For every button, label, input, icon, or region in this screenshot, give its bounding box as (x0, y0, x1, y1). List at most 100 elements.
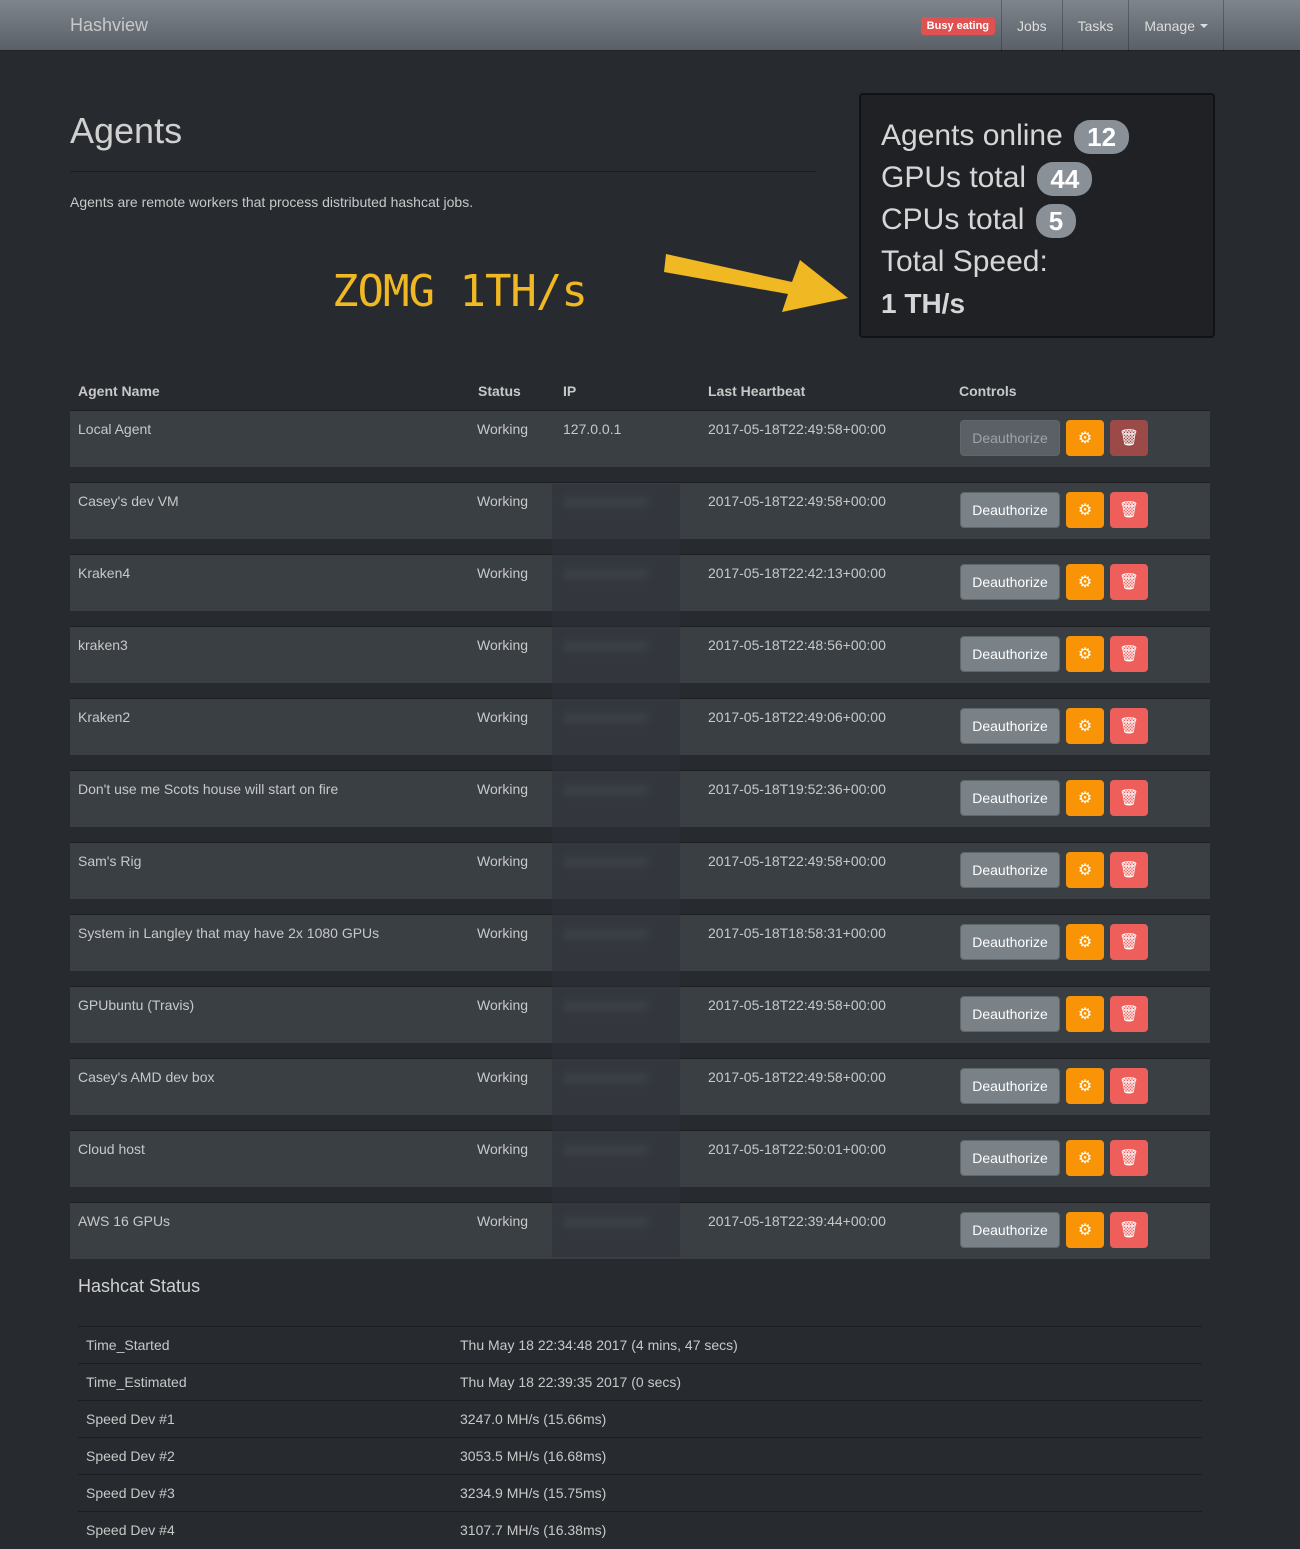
agent-status: Working (477, 853, 529, 869)
agent-name: Don't use me Scots house will start on f… (78, 781, 339, 797)
cpus-total-badge: 5 (1035, 204, 1077, 239)
hashcat-status-row: Speed Dev #4 3107.7 MH/s (16.38ms) (78, 1511, 1202, 1549)
stats-panel: Agents online 12 GPUs total 44 CPUs tota… (859, 93, 1215, 338)
status-value: 3053.5 MH/s (16.68ms) (460, 1448, 607, 1464)
col-last-heartbeat: Last Heartbeat (708, 383, 806, 399)
settings-button[interactable]: ⚙ (1066, 780, 1104, 816)
agent-heartbeat: 2017-05-18T22:49:58+00:00 (708, 421, 886, 437)
agent-status: Working (477, 565, 529, 581)
gear-icon: ⚙ (1077, 1006, 1093, 1023)
trash-icon: 🗑 (1118, 1222, 1140, 1239)
ip-redaction (552, 484, 680, 1257)
delete-button[interactable]: 🗑 (1110, 1212, 1148, 1248)
delete-button[interactable]: 🗑 (1110, 996, 1148, 1032)
agent-heartbeat: 2017-05-18T22:49:06+00:00 (708, 709, 886, 725)
settings-button[interactable]: ⚙ (1066, 1212, 1104, 1248)
trash-icon: 🗑 (1118, 646, 1140, 663)
deauthorize-button[interactable]: Deauthorize (960, 1212, 1060, 1248)
settings-button[interactable]: ⚙ (1066, 996, 1104, 1032)
delete-button[interactable]: 🗑 (1110, 420, 1148, 456)
settings-button[interactable]: ⚙ (1066, 924, 1104, 960)
gear-icon: ⚙ (1077, 1078, 1093, 1095)
settings-button[interactable]: ⚙ (1066, 708, 1104, 744)
delete-button[interactable]: 🗑 (1110, 564, 1148, 600)
col-status: Status (478, 383, 521, 399)
trash-icon: 🗑 (1118, 430, 1140, 447)
nav-manage-dropdown[interactable]: Manage (1128, 0, 1224, 51)
hashcat-status-row: Speed Dev #3 3234.9 MH/s (15.75ms) (78, 1474, 1202, 1512)
settings-button[interactable]: ⚙ (1066, 564, 1104, 600)
deauthorize-button[interactable]: Deauthorize (960, 564, 1060, 600)
gpus-total-row: GPUs total 44 (881, 157, 1193, 199)
deauthorize-button[interactable]: Deauthorize (960, 420, 1060, 456)
trash-icon: 🗑 (1118, 718, 1140, 735)
status-key: Time_Started (86, 1337, 170, 1353)
delete-button[interactable]: 🗑 (1110, 924, 1148, 960)
trash-icon: 🗑 (1118, 934, 1140, 951)
col-controls: Controls (959, 383, 1017, 399)
cpus-total-label: CPUs total (881, 203, 1025, 236)
agent-heartbeat: 2017-05-18T22:49:58+00:00 (708, 1069, 886, 1085)
settings-button[interactable]: ⚙ (1066, 1140, 1104, 1176)
deauthorize-button[interactable]: Deauthorize (960, 492, 1060, 528)
agent-row: Local Agent Working 127.0.0.1 2017-05-18T22… (70, 410, 1210, 467)
agent-name: Cloud host (78, 1141, 145, 1157)
delete-button[interactable]: 🗑 (1110, 852, 1148, 888)
deauthorize-button[interactable]: Deauthorize (960, 1068, 1060, 1104)
deauthorize-button[interactable]: Deauthorize (960, 1140, 1060, 1176)
deauthorize-button[interactable]: Deauthorize (960, 636, 1060, 672)
gear-icon: ⚙ (1077, 1222, 1093, 1239)
delete-button[interactable]: 🗑 (1110, 636, 1148, 672)
agent-status: Working (477, 421, 529, 437)
nav-jobs[interactable]: Jobs (1001, 0, 1062, 51)
status-key: Speed Dev #1 (86, 1411, 175, 1427)
delete-button[interactable]: 🗑 (1110, 1140, 1148, 1176)
settings-button[interactable]: ⚙ (1066, 1068, 1104, 1104)
agent-heartbeat: 2017-05-18T19:52:36+00:00 (708, 781, 886, 797)
delete-button[interactable]: 🗑 (1110, 492, 1148, 528)
gear-icon: ⚙ (1077, 574, 1093, 591)
agent-status: Working (477, 1069, 529, 1085)
hashcat-status-row: Speed Dev #1 3247.0 MH/s (15.66ms) (78, 1400, 1202, 1438)
agent-status: Working (477, 1141, 529, 1157)
deauthorize-button[interactable]: Deauthorize (960, 780, 1060, 816)
brand[interactable]: Hashview (70, 15, 148, 36)
status-value: Thu May 18 22:34:48 2017 (4 mins, 47 sec… (460, 1337, 738, 1353)
deauthorize-button[interactable]: Deauthorize (960, 996, 1060, 1032)
gear-icon: ⚙ (1077, 934, 1093, 951)
agent-heartbeat: 2017-05-18T22:39:44+00:00 (708, 1213, 886, 1229)
settings-button[interactable]: ⚙ (1066, 852, 1104, 888)
gear-icon: ⚙ (1077, 430, 1093, 447)
settings-button[interactable]: ⚙ (1066, 636, 1104, 672)
agents-online-label: Agents online (881, 119, 1063, 152)
delete-button[interactable]: 🗑 (1110, 708, 1148, 744)
settings-button[interactable]: ⚙ (1066, 492, 1104, 528)
settings-button[interactable]: ⚙ (1066, 420, 1104, 456)
deauthorize-button[interactable]: Deauthorize (960, 852, 1060, 888)
agent-status: Working (477, 637, 529, 653)
agent-name: Kraken2 (78, 709, 131, 725)
deauthorize-button[interactable]: Deauthorize (960, 924, 1060, 960)
delete-button[interactable]: 🗑 (1110, 780, 1148, 816)
hashcat-status-row: Time_Started Thu May 18 22:34:48 2017 (4 … (78, 1326, 1202, 1364)
col-agent-name: Agent Name (78, 383, 160, 399)
gear-icon: ⚙ (1077, 862, 1093, 879)
hashcat-status-row: Speed Dev #2 3053.5 MH/s (16.68ms) (78, 1437, 1202, 1475)
agent-heartbeat: 2017-05-18T18:58:31+00:00 (708, 925, 886, 941)
gpus-total-badge: 44 (1037, 162, 1093, 197)
trash-icon: 🗑 (1118, 574, 1140, 591)
delete-button[interactable]: 🗑 (1110, 1068, 1148, 1104)
gear-icon: ⚙ (1077, 646, 1093, 663)
status-value: Thu May 18 22:39:35 2017 (0 secs) (460, 1374, 682, 1390)
agents-online-row: Agents online 12 (881, 115, 1193, 157)
trash-icon: 🗑 (1118, 502, 1140, 519)
status-key: Time_Estimated (86, 1374, 187, 1390)
nav-tasks[interactable]: Tasks (1061, 0, 1129, 51)
cpus-total-row: CPUs total 5 (881, 199, 1193, 241)
agent-name: Kraken4 (78, 565, 131, 581)
status-value: 3234.9 MH/s (15.75ms) (460, 1485, 607, 1501)
total-speed-label: Total Speed: (881, 245, 1048, 278)
agents-online-badge: 12 (1074, 120, 1130, 155)
deauthorize-button[interactable]: Deauthorize (960, 708, 1060, 744)
agent-name: GPUbuntu (Travis) (78, 997, 195, 1013)
